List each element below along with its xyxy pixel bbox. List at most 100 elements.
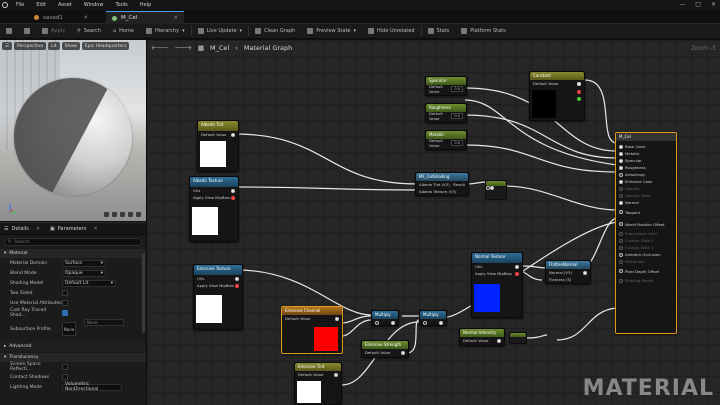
result-pin-row[interactable]: Pixel Depth Offset [616,265,676,277]
node-multiply-mid[interactable] [485,180,507,200]
output-pin-icon[interactable] [235,276,239,281]
save-button[interactable] [0,24,18,39]
node-roughness[interactable]: Roughness Default Value 0.5 [425,103,467,123]
output-pin-icon[interactable] [577,81,581,86]
node-small-op[interactable] [509,332,527,344]
plane-icon[interactable] [120,212,125,217]
environment-button[interactable]: Epic Headquarters [81,42,130,50]
menu-file[interactable]: File [10,2,30,8]
unreal-logo-icon[interactable] [0,0,10,10]
subsurface-asset-picker[interactable]: None [84,319,124,326]
node-mf-celshading[interactable]: MF_CelShading Albedo Tint (V3) Result Alb… [415,172,469,196]
cube-icon[interactable] [128,212,133,217]
node-normal-texture[interactable]: Normal Texture UVs Apply View MipBias [471,252,523,318]
clean-graph-button[interactable]: Clean Graph [249,24,301,39]
minimize-icon[interactable]: — [679,1,685,8]
output-pin-icon[interactable] [231,132,235,137]
output-pin-icon[interactable] [515,264,519,269]
output-pin-icon[interactable] [490,186,494,190]
roughness-value-field[interactable]: 0.5 [451,112,463,119]
search-button[interactable]: ⚲ Search [71,24,107,39]
shading-model-dropdown[interactable]: Default Lit ▾ [62,279,116,287]
result-pin-row[interactable]: Base Color [616,143,676,150]
tab-parameters[interactable]: ▣ Parameters ✕ [50,226,98,232]
sphere-icon[interactable] [112,212,117,217]
green-pin-icon[interactable] [577,97,581,101]
red-pin-icon[interactable] [515,271,519,276]
output-pin-icon[interactable] [401,350,405,355]
section-material[interactable]: ▾ Material [0,249,146,258]
maximize-icon[interactable]: □ [695,1,701,8]
node-emissive-tint[interactable]: Emissive Tint Default Value [294,362,342,405]
result-pin-row[interactable]: World Position Offset [616,218,676,230]
result-pin-row[interactable]: Anisotropy [616,171,676,178]
result-pin-row[interactable]: Custom Data 0 [616,237,676,244]
close-tab-icon[interactable]: ✕ [83,15,88,21]
result-pin-row[interactable]: Shading Model [616,277,676,284]
use-material-attributes-checkbox[interactable] [62,300,68,306]
result-pin-row[interactable]: Specular [616,157,676,164]
platform-stats-button[interactable]: Platform Stats [455,24,511,39]
output-pin-icon[interactable] [439,320,443,325]
node-multiply-a[interactable]: Multiply [371,310,399,326]
node-flatten-normal[interactable]: FlattenNormal Normal (V3) Flatness (S) [545,260,591,284]
node-metallic[interactable]: Metallic Default Value 0.0 [425,130,467,150]
output-pin-icon[interactable] [583,270,587,275]
node-emissive-channel[interactable]: Emissive Channel Default Value [281,306,343,354]
result-pin-row[interactable]: Subsurface Color [616,230,676,237]
specular-value-field[interactable]: 0.5 [451,85,463,92]
live-update-button[interactable]: Live Update ▾ [192,24,248,39]
node-material-result[interactable]: M_Cel Base Color Metallic Specular Rough… [615,132,677,334]
material-domain-dropdown[interactable]: Surface ▾ [62,259,106,267]
output-pin-icon[interactable] [231,188,235,193]
browse-button[interactable] [18,24,36,39]
result-pin-row[interactable]: Opacity [616,185,676,192]
lit-button[interactable]: Lit [48,42,60,50]
output-pin-icon[interactable] [334,372,338,377]
preview-state-button[interactable]: Preview State ▾ [301,24,362,39]
metallic-value-field[interactable]: 0.0 [451,139,463,146]
two-sided-checkbox[interactable] [62,290,68,296]
red-pin-icon[interactable] [235,283,239,288]
lighting-mode-dropdown[interactable]: Volumetric NonDirectional [62,382,122,392]
node-normal-intensity[interactable]: Normal Intensity Default Value [459,328,505,346]
output-pin-icon[interactable] [391,320,395,325]
menu-asset[interactable]: Asset [52,2,78,8]
blend-mode-dropdown[interactable]: Opaque ▾ [62,269,106,277]
cylinder-icon[interactable] [104,212,109,217]
viewport-menu-button[interactable]: ☰ [2,42,13,50]
home-button[interactable]: ⌂ Home [107,24,140,39]
hierarchy-button[interactable]: Hierarchy ▾ [140,24,191,39]
menu-help[interactable]: Help [134,2,157,8]
tab-details[interactable]: ☰ Details ✕ [4,226,40,232]
red-pin-icon[interactable] [577,90,581,94]
result-pin-row[interactable]: Normal [616,199,676,206]
close-tab-icon[interactable]: ✕ [93,226,97,232]
close-tab-icon[interactable]: ✕ [173,15,178,21]
result-pin-row[interactable]: Custom Data 1 [616,244,676,251]
hide-unrelated-button[interactable]: Hide Unrelated [362,24,421,39]
result-pin-row[interactable]: Opacity Mask [616,192,676,199]
section-translucency[interactable]: ▾ Translucency [0,353,146,362]
node-emissive-texture[interactable]: Emissive Texture UVs Apply View MipBias [193,264,243,330]
input-pin-icon[interactable] [423,320,427,325]
menu-tools[interactable]: Tools [109,2,133,8]
result-pin-row[interactable]: Metallic [616,150,676,157]
result-pin-row[interactable]: Ambient Occlusion [616,251,676,258]
result-pin-row[interactable]: Tangent [616,206,676,218]
result-pin-row[interactable]: Refraction [616,258,676,265]
subsurface-thumbnail[interactable]: None [62,322,76,336]
cast-ray-traced-shadows-checkbox[interactable] [62,310,68,316]
result-pin-row[interactable]: Emissive Color [616,178,676,185]
details-search-input[interactable]: ⚲ Search [4,238,142,246]
close-tab-icon[interactable]: ✕ [36,226,40,232]
node-emissive-strength[interactable]: Emissive Strength Default Value [361,340,409,358]
node-multiply-b[interactable]: Multiply [419,310,447,326]
preview-viewport[interactable]: ☰ Perspective Lit Show Epic Headquarters [0,40,146,221]
perspective-button[interactable]: Perspective [14,42,47,50]
node-constant-black[interactable]: Constant Default Value [529,71,585,121]
red-pin-icon[interactable] [231,195,235,200]
output-pin-icon[interactable] [497,338,501,343]
material-graph-canvas[interactable]: 🡐 🡒 ▦ M_Cel › Material Graph Zoom -3 Con… [147,40,720,405]
tab-m-cel[interactable]: M_Cel ✕ [106,11,184,24]
